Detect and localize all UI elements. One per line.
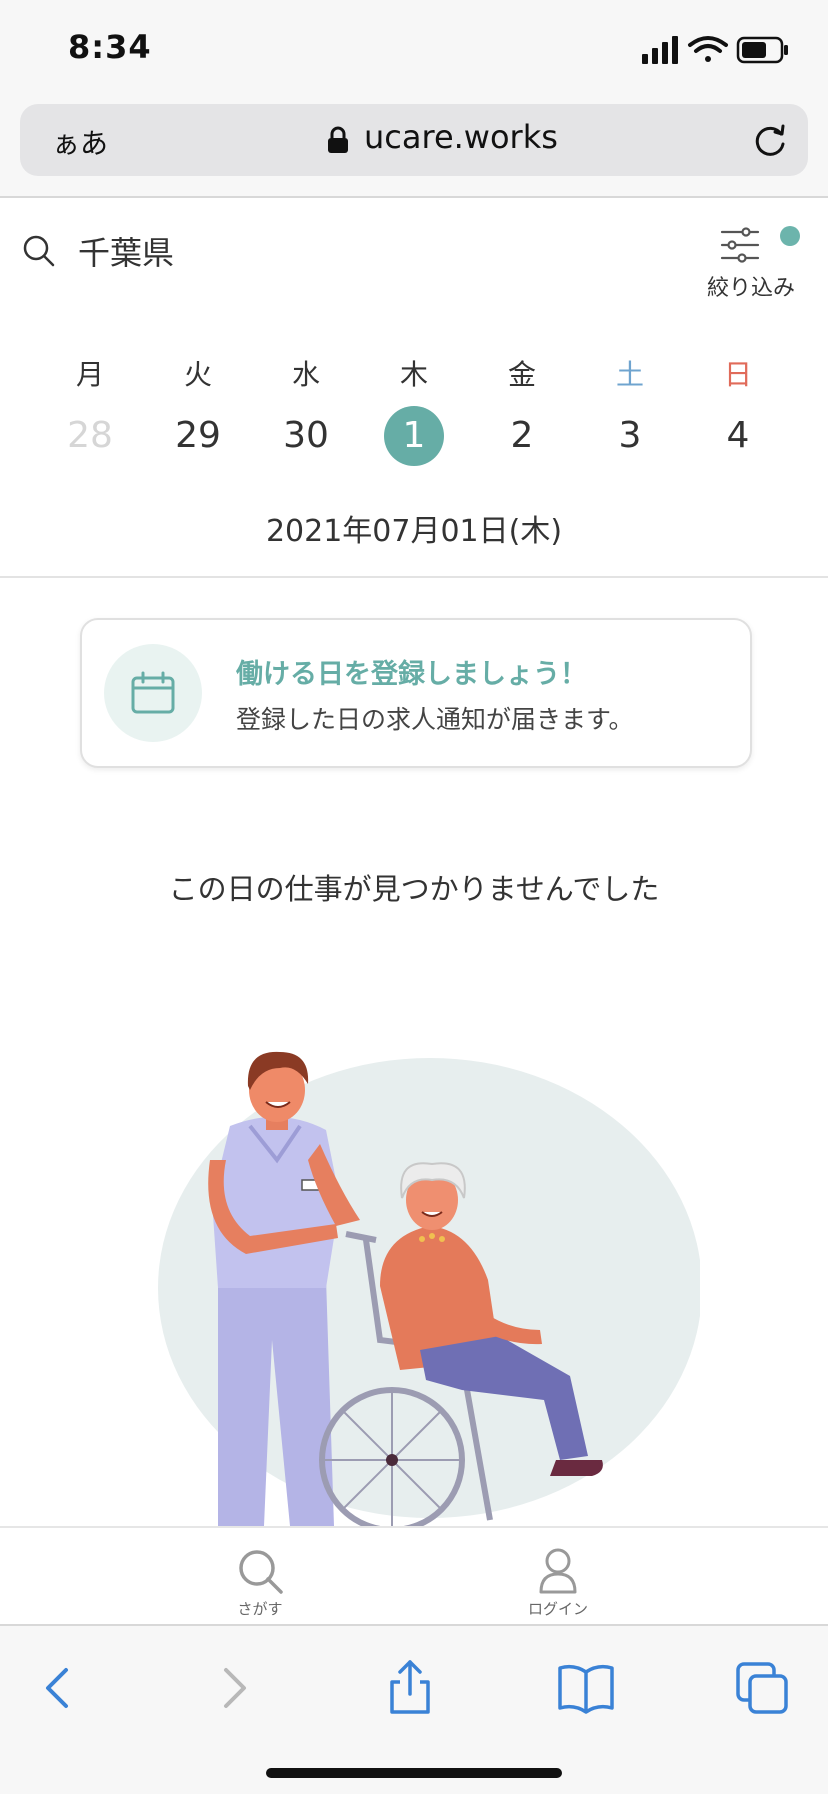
tabs-icon[interactable] — [730, 1656, 794, 1720]
bookmarks-icon[interactable] — [554, 1656, 618, 1720]
register-days-card[interactable]: 働ける日を登録しましょう！ 登録した日の求人通知が届きます。 — [80, 618, 752, 768]
day-of-week: 火 — [183, 358, 212, 391]
browser-toolbar — [0, 1624, 828, 1794]
search-row: 千葉県 絞り込み — [0, 198, 828, 308]
calendar-day[interactable]: 水 30 — [252, 350, 360, 480]
calendar-day[interactable]: 火 29 — [144, 350, 252, 480]
no-jobs-message: この日の仕事が見つかりませんでした — [168, 872, 660, 906]
date-number-selected: 1 — [384, 406, 444, 466]
filter-sliders-icon — [720, 227, 760, 263]
address-bar[interactable]: ぁあ ucare.works — [20, 104, 808, 176]
tab-search[interactable]: さがす — [200, 1546, 320, 1626]
week-calendar: 月 28 火 29 水 30 木 1 金 2 土 3 日 4 — [36, 350, 792, 480]
calendar-day[interactable]: 月 28 — [36, 350, 144, 480]
share-icon[interactable] — [378, 1656, 442, 1720]
calendar-day-selected[interactable]: 木 1 — [360, 350, 468, 480]
calendar-icon-badge — [104, 644, 202, 742]
register-card-description: 登録した日の求人通知が届きます。 — [236, 705, 634, 734]
calendar-day[interactable]: 土 3 — [576, 350, 684, 480]
register-card-title: 働ける日を登録しましょう！ — [236, 659, 587, 690]
calendar-icon — [131, 671, 175, 714]
tab-search-label: さがす — [237, 1600, 283, 1618]
cellular-signal-icon — [642, 36, 678, 64]
lock-icon — [328, 126, 348, 153]
tab-login[interactable]: ログイン — [498, 1546, 618, 1626]
status-bar: 8:34 — [0, 0, 828, 100]
date-number: 28 — [67, 415, 113, 456]
date-number: 29 — [175, 415, 221, 456]
date-number: 3 — [618, 415, 642, 456]
filter-label: 絞り込み — [706, 276, 795, 301]
day-of-week: 水 — [291, 358, 320, 391]
divider — [0, 576, 828, 578]
caregiver-wheelchair-illustration — [158, 1051, 700, 1526]
status-icons — [642, 36, 788, 64]
date-number: 4 — [726, 415, 750, 456]
user-icon — [539, 1548, 577, 1594]
back-icon[interactable] — [26, 1656, 90, 1720]
calendar-day[interactable]: 金 2 — [468, 350, 576, 480]
day-of-week: 土 — [615, 358, 644, 391]
search-query[interactable]: 千葉県 — [78, 228, 174, 274]
day-of-week: 木 — [399, 358, 428, 391]
filter-button[interactable]: 絞り込み — [696, 224, 806, 304]
browser-address-area: ぁあ ucare.works — [0, 100, 828, 198]
tab-login-label: ログイン — [527, 1600, 588, 1618]
date-number: 2 — [510, 415, 534, 456]
selected-date-label: 2021年07月01日(木) — [265, 514, 563, 549]
bottom-tab-bar: さがす ログイン — [0, 1526, 828, 1626]
search-icon — [239, 1550, 283, 1594]
day-of-week: 月 — [75, 358, 104, 391]
reload-icon[interactable] — [750, 120, 790, 160]
filter-active-dot — [780, 226, 800, 246]
day-of-week: 日 — [723, 358, 752, 391]
date-number: 30 — [283, 415, 329, 456]
status-time: 8:34 — [68, 28, 152, 66]
wifi-icon — [688, 36, 728, 62]
calendar-day[interactable]: 日 4 — [684, 350, 792, 480]
forward-icon[interactable] — [202, 1656, 266, 1720]
url-domain[interactable]: ucare.works — [364, 118, 558, 156]
battery-icon — [736, 36, 788, 64]
search-icon[interactable] — [22, 234, 56, 268]
text-size-button[interactable]: ぁあ — [52, 122, 108, 162]
home-indicator — [266, 1768, 562, 1778]
day-of-week: 金 — [507, 358, 536, 391]
